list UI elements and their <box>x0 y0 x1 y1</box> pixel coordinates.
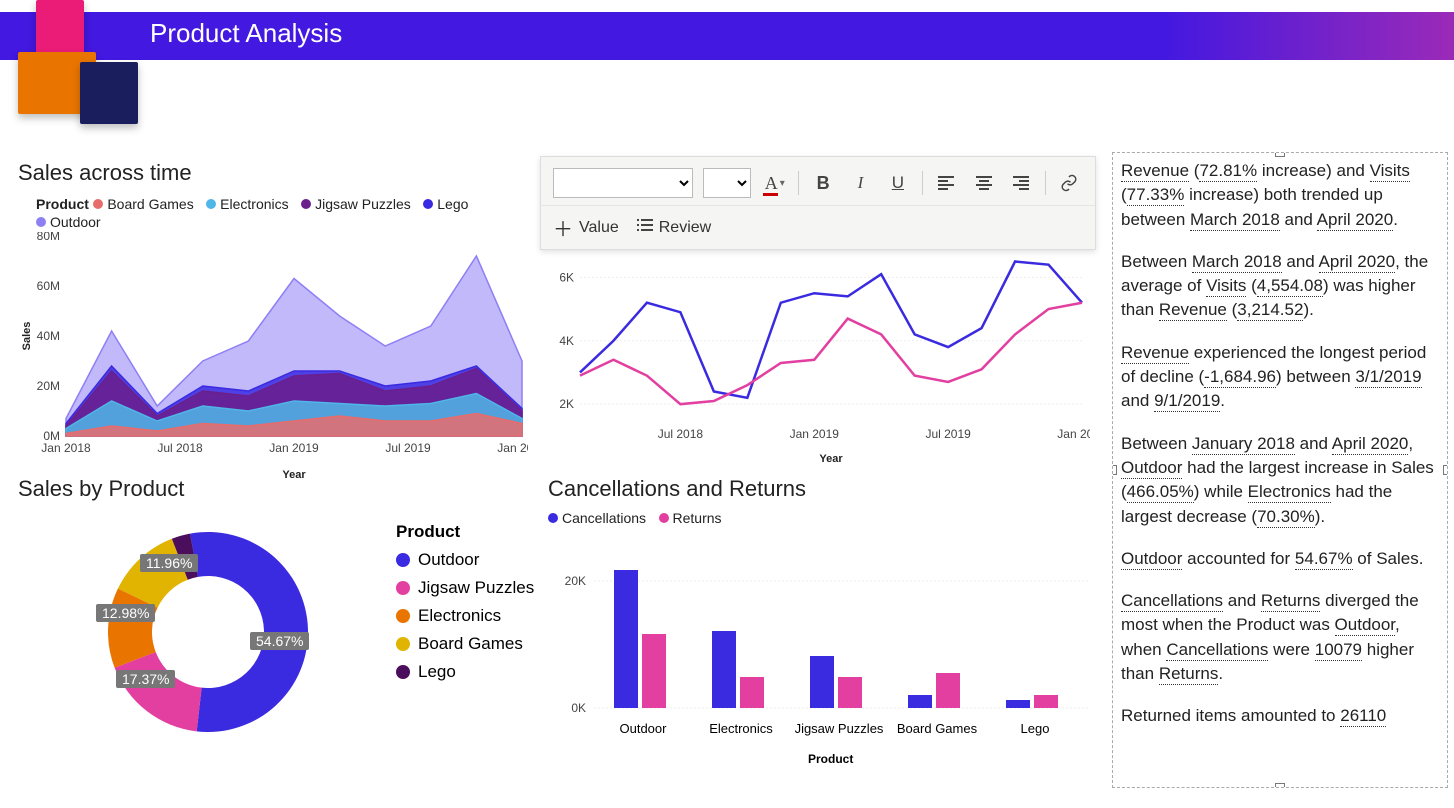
legend-item: Electronics <box>206 196 288 212</box>
category-label: Lego <box>990 721 1080 736</box>
more-options-icon[interactable]: ⋯ <box>1431 152 1448 159</box>
plus-icon: ＋ <box>553 213 573 242</box>
svg-text:Jan 2020: Jan 2020 <box>1057 427 1090 441</box>
add-value-button[interactable]: ＋ Value <box>553 213 619 242</box>
revenue-visits-chart[interactable]: 2K 4K 6K Jul 2018 Jan 2019 Jul 2019 Jan 2020 Ye… <box>540 246 1090 471</box>
text-format-toolbar: A▾ B I U ＋ Value Review <box>540 156 1096 250</box>
legend-title: Product <box>396 522 534 542</box>
align-center-button[interactable] <box>970 168 997 198</box>
category-label: Outdoor <box>598 721 688 736</box>
svg-text:2K: 2K <box>559 397 574 411</box>
svg-text:Jul 2018: Jul 2018 <box>658 427 704 441</box>
legend-title: Product <box>36 196 89 212</box>
svg-text:Jan 2019: Jan 2019 <box>269 441 319 455</box>
bold-button[interactable]: B <box>809 168 836 198</box>
svg-text:Jan 2018: Jan 2018 <box>41 441 91 455</box>
font-size-select[interactable] <box>703 168 751 198</box>
category-label: Board Games <box>892 721 982 736</box>
svg-text:Jul 2018: Jul 2018 <box>157 441 203 455</box>
legend-item: Lego <box>396 662 534 682</box>
review-button[interactable]: Review <box>637 217 711 238</box>
legend-item: Outdoor <box>36 214 101 230</box>
underline-button[interactable]: U <box>884 168 911 198</box>
svg-text:0K: 0K <box>571 701 586 715</box>
link-button[interactable] <box>1056 168 1083 198</box>
sales-by-product-chart[interactable]: Sales by Product 54.67% 17.37% 12.98% 11… <box>18 476 538 772</box>
legend-item: Board Games <box>93 196 193 212</box>
pct-label-outdoor: 54.67% <box>250 632 309 650</box>
pct-label-jigsaw: 17.37% <box>116 670 175 688</box>
svg-text:6K: 6K <box>559 270 574 284</box>
donut-legend: Product Outdoor Jigsaw Puzzles Electronics… <box>396 522 534 690</box>
legend-item: Electronics <box>396 606 534 626</box>
resize-handle[interactable] <box>1275 152 1285 157</box>
svg-text:20K: 20K <box>565 574 586 588</box>
italic-button[interactable]: I <box>847 168 874 198</box>
svg-text:80M: 80M <box>37 232 60 243</box>
category-label: Jigsaw Puzzles <box>794 721 884 736</box>
donut-svg <box>58 502 358 762</box>
legend-item: Outdoor <box>396 550 534 570</box>
resize-handle[interactable] <box>1112 465 1117 475</box>
area-chart-svg: 0M20M40M60M80MJan 2018Jul 2018Jan 2019Ju… <box>18 232 528 482</box>
smart-narrative-textbox[interactable]: ⋯ Revenue (72.81% increase) and Visits (… <box>1112 152 1448 788</box>
resize-handle[interactable] <box>1443 465 1448 475</box>
sales-across-time-chart[interactable]: Sales across time Product Board Games El… <box>18 160 528 487</box>
chart-title: Cancellations and Returns <box>548 476 1088 502</box>
category-label: Electronics <box>696 721 786 736</box>
logo <box>18 0 138 130</box>
pct-label-board: 11.96% <box>140 554 198 572</box>
legend-item: Returns <box>659 510 722 526</box>
legend-item: Lego <box>423 196 468 212</box>
legend-item: Board Games <box>396 634 534 654</box>
svg-text:Year: Year <box>819 453 843 465</box>
align-right-button[interactable] <box>1007 168 1034 198</box>
font-family-select[interactable] <box>553 168 693 198</box>
value-label: Value <box>579 219 619 237</box>
svg-text:60M: 60M <box>37 279 60 293</box>
legend-item: Cancellations <box>548 510 646 526</box>
legend-item: Jigsaw Puzzles <box>301 196 411 212</box>
axis-title-x: Product <box>808 752 853 766</box>
svg-text:Jan 2019: Jan 2019 <box>790 427 840 441</box>
chart-title: Sales across time <box>18 160 528 186</box>
align-left-button[interactable] <box>933 168 960 198</box>
svg-text:Jan 2020: Jan 2020 <box>497 441 528 455</box>
svg-text:40M: 40M <box>37 329 60 343</box>
svg-text:Sales: Sales <box>21 322 33 351</box>
page-title: Product Analysis <box>150 18 342 49</box>
pct-label-electronics: 12.98% <box>96 604 155 622</box>
review-label: Review <box>659 219 711 237</box>
resize-handle[interactable] <box>1275 783 1285 788</box>
font-color-button[interactable]: A▾ <box>761 168 788 198</box>
svg-text:20M: 20M <box>37 379 60 393</box>
legend-item: Jigsaw Puzzles <box>396 578 534 598</box>
svg-text:Jul 2019: Jul 2019 <box>385 441 431 455</box>
line-chart-svg: 2K 4K 6K Jul 2018 Jan 2019 Jul 2019 Jan 2020 Ye… <box>540 246 1090 466</box>
list-icon <box>637 217 653 238</box>
cancellations-returns-chart[interactable]: Cancellations and Returns Cancellations … <box>548 476 1088 772</box>
svg-text:Jul 2019: Jul 2019 <box>925 427 971 441</box>
svg-text:4K: 4K <box>559 334 574 348</box>
chart-title: Sales by Product <box>18 476 538 502</box>
